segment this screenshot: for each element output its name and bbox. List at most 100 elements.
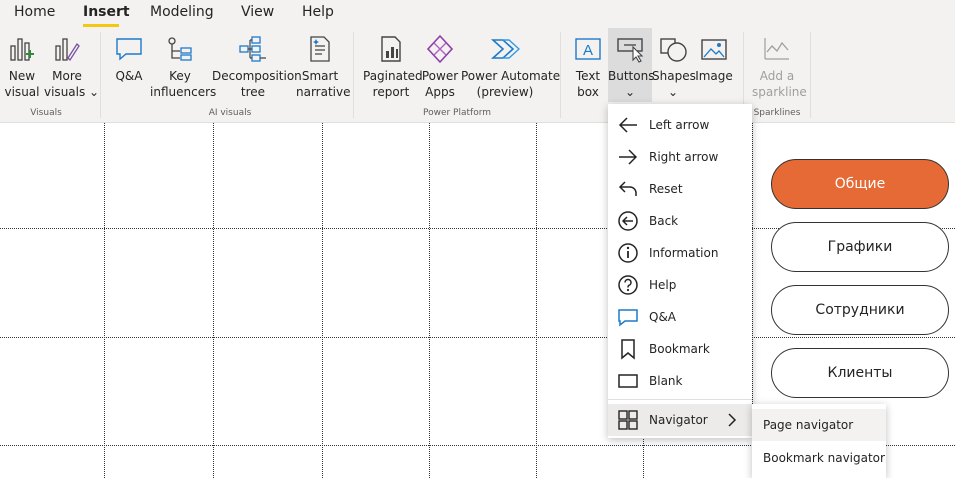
menu-item-label: Blank bbox=[649, 374, 683, 388]
new-visual-icon bbox=[10, 38, 34, 61]
paginated-report-label-2: report bbox=[372, 85, 410, 99]
menu-item-right-arrow[interactable]: Right arrow bbox=[608, 141, 752, 173]
power-apps-icon bbox=[426, 34, 454, 64]
buttons-icon bbox=[617, 38, 644, 63]
menu-item-label: Left arrow bbox=[649, 118, 710, 132]
decomposition-tree-icon bbox=[239, 36, 266, 62]
sparklines-group-label: Sparklines bbox=[753, 108, 801, 118]
buttons-button[interactable]: Buttons ⌄ bbox=[608, 28, 655, 102]
shapes-chevron-icon: ⌄ bbox=[667, 85, 679, 99]
add-sparkline-button[interactable]: Add a sparkline bbox=[752, 28, 807, 102]
new-visual-label-2: visual bbox=[4, 85, 40, 99]
power-automate-icon bbox=[490, 39, 520, 59]
smart-narrative-button[interactable]: Smart narrative bbox=[296, 28, 351, 102]
menu-item-label: Back bbox=[649, 214, 679, 228]
submenu-item-label: Page navigator bbox=[763, 418, 854, 432]
submenu-item-label: Bookmark navigator bbox=[763, 451, 885, 465]
reset-icon bbox=[616, 177, 640, 201]
chevron-right-icon bbox=[726, 412, 738, 431]
menu-item-label: Reset bbox=[649, 182, 683, 196]
tab-home[interactable]: Home bbox=[14, 4, 55, 20]
key-influencers-label-2: influencers bbox=[150, 85, 217, 99]
information-icon bbox=[616, 241, 640, 265]
shapes-button[interactable]: Shapes ⌄ bbox=[652, 28, 696, 102]
text-box-label-1: Text bbox=[575, 69, 601, 83]
power-platform-group-label: Power Platform bbox=[422, 108, 492, 118]
ai-visuals-group-label: AI visuals bbox=[208, 108, 252, 118]
key-influencers-button[interactable]: Key influencers bbox=[150, 28, 217, 102]
qa-visual-icon bbox=[116, 38, 142, 61]
power-apps-label-2: Apps bbox=[425, 85, 455, 99]
power-automate-button[interactable]: Power Automate (preview) bbox=[461, 28, 561, 102]
grid-line bbox=[536, 123, 537, 478]
image-icon bbox=[701, 39, 727, 60]
key-influencers-label-1: Key bbox=[169, 69, 191, 83]
ribbon-separator bbox=[353, 32, 354, 118]
menu-item-information[interactable]: Information bbox=[608, 237, 752, 269]
decomposition-tree-button[interactable]: Decomposition tree bbox=[212, 28, 302, 102]
page-button-label: Общие bbox=[834, 176, 886, 192]
qa-button[interactable]: Q&A bbox=[110, 28, 148, 102]
grid-line bbox=[322, 123, 323, 478]
ribbon-separator bbox=[810, 32, 811, 118]
page-button-clients[interactable]: Клиенты bbox=[771, 348, 949, 398]
tab-view[interactable]: View bbox=[241, 4, 274, 20]
new-visual-button[interactable]: New visual bbox=[2, 28, 42, 102]
help-icon bbox=[616, 273, 640, 297]
page-button-employees[interactable]: Сотрудники bbox=[771, 285, 949, 335]
visuals-group-label: Visuals bbox=[30, 108, 62, 118]
power-apps-label-1: Power bbox=[421, 69, 459, 83]
menu-item-label: Help bbox=[649, 278, 677, 292]
menu-divider bbox=[608, 399, 752, 400]
grid-line bbox=[104, 123, 105, 478]
menu-item-navigator[interactable]: Navigator bbox=[608, 404, 752, 436]
add-sparkline-label-1: Add a bbox=[759, 69, 795, 83]
menu-item-left-arrow[interactable]: Left arrow bbox=[608, 109, 752, 141]
paginated-report-button[interactable]: Paginated report bbox=[363, 28, 423, 102]
svg-text:A: A bbox=[583, 42, 593, 59]
power-automate-label-1: Power Automate bbox=[461, 69, 561, 83]
page-button-label: Сотрудники bbox=[815, 302, 905, 318]
navigator-icon bbox=[616, 408, 640, 432]
page-button-charts[interactable]: Графики bbox=[771, 222, 949, 272]
qa-label: Q&A bbox=[115, 69, 143, 83]
smart-narrative-icon bbox=[310, 36, 330, 62]
buttons-chevron-icon: ⌄ bbox=[624, 85, 636, 99]
text-box-icon: A bbox=[575, 38, 601, 60]
menu-item-bookmark[interactable]: Bookmark bbox=[608, 333, 752, 365]
submenu-item-bookmark-navigator[interactable]: Bookmark navigator bbox=[752, 442, 886, 474]
new-visual-label-1: New bbox=[8, 69, 36, 83]
power-apps-button[interactable]: Power Apps bbox=[421, 28, 459, 102]
more-visuals-icon bbox=[55, 38, 80, 62]
ribbon-separator bbox=[560, 32, 561, 118]
power-automate-label-2: (preview) bbox=[476, 85, 534, 99]
image-label: Image bbox=[695, 69, 733, 83]
tab-modeling[interactable]: Modeling bbox=[150, 4, 214, 20]
more-visuals-button[interactable]: More visuals ⌄ bbox=[44, 28, 99, 102]
left-arrow-icon bbox=[616, 113, 640, 137]
submenu-item-page-navigator[interactable]: Page navigator bbox=[752, 409, 886, 441]
ribbon-separator bbox=[100, 32, 101, 118]
menu-item-label: Right arrow bbox=[649, 150, 719, 164]
buttons-label: Buttons bbox=[608, 69, 655, 83]
menu-item-back[interactable]: Back bbox=[608, 205, 752, 237]
page-button-general[interactable]: Общие bbox=[771, 159, 949, 209]
menu-item-help[interactable]: Help bbox=[608, 269, 752, 301]
text-box-button[interactable]: A Text box bbox=[568, 28, 608, 102]
qa-icon bbox=[616, 305, 640, 329]
paginated-report-icon bbox=[381, 36, 401, 62]
page-button-label: Графики bbox=[827, 239, 893, 255]
smart-narrative-label-2: narrative bbox=[296, 85, 351, 99]
page-button-label: Клиенты bbox=[827, 365, 893, 381]
tab-help[interactable]: Help bbox=[302, 4, 334, 20]
menu-item-label: Q&A bbox=[649, 310, 677, 324]
menu-item-qa[interactable]: Q&A bbox=[608, 301, 752, 333]
navigator-submenu: Page navigator Bookmark navigator bbox=[752, 404, 886, 478]
menu-item-reset[interactable]: Reset bbox=[608, 173, 752, 205]
decomposition-tree-label-1: Decomposition bbox=[212, 69, 302, 83]
paginated-report-label-1: Paginated bbox=[363, 69, 423, 83]
menu-item-blank[interactable]: Blank bbox=[608, 365, 752, 397]
image-button[interactable]: Image bbox=[695, 28, 733, 102]
grid-line bbox=[0, 337, 955, 338]
tab-insert[interactable]: Insert bbox=[83, 4, 130, 20]
